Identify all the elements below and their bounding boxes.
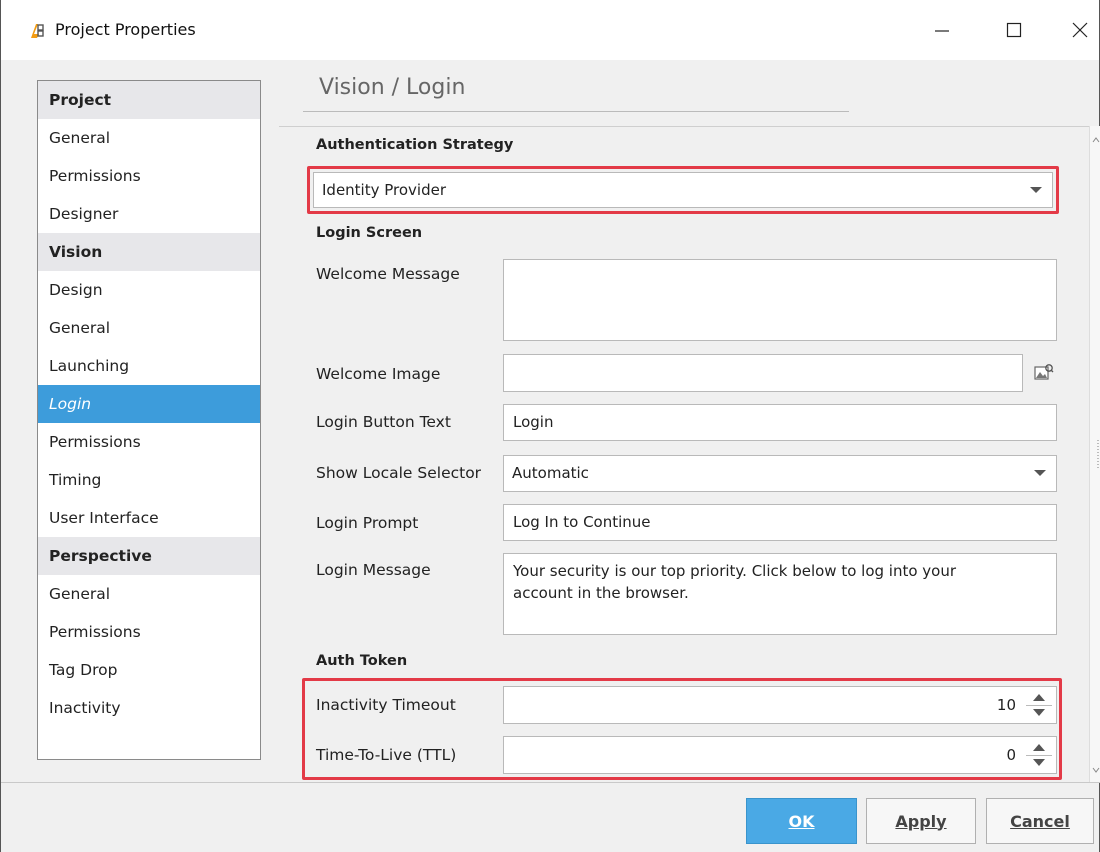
sidebar-item-launching[interactable]: Launching bbox=[38, 347, 260, 385]
login-button-text-label: Login Button Text bbox=[316, 413, 451, 431]
maximize-icon bbox=[1006, 22, 1022, 38]
sidebar-header-perspective: Perspective bbox=[38, 537, 260, 575]
project-properties-window: Project Properties Project General Permi… bbox=[0, 0, 1100, 852]
sidebar-item-login[interactable]: Login bbox=[38, 385, 260, 423]
welcome-image-field[interactable] bbox=[503, 354, 1023, 392]
login-prompt-label: Login Prompt bbox=[316, 514, 419, 532]
login-message-label: Login Message bbox=[316, 561, 431, 579]
sidebar-item-vision-general[interactable]: General bbox=[38, 309, 260, 347]
auth-strategy-label: Authentication Strategy bbox=[316, 137, 514, 153]
sidebar-item-designer[interactable]: Designer bbox=[38, 195, 260, 233]
sidebar-item-perspective-permissions[interactable]: Permissions bbox=[38, 613, 260, 651]
ignition-app-icon bbox=[31, 24, 44, 38]
welcome-message-field[interactable] bbox=[503, 259, 1057, 341]
footer-divider bbox=[1, 782, 1100, 783]
auth-strategy-highlight bbox=[307, 166, 1059, 214]
title-bar: Project Properties bbox=[1, 0, 1099, 60]
login-button-text-value: Login bbox=[513, 413, 554, 431]
show-locale-selector-value: Automatic bbox=[512, 464, 589, 482]
window-title: Project Properties bbox=[55, 20, 196, 39]
apply-button[interactable]: Apply bbox=[866, 798, 976, 844]
show-locale-selector-select[interactable]: Automatic bbox=[503, 455, 1057, 492]
sidebar-item-project-permissions[interactable]: Permissions bbox=[38, 157, 260, 195]
sidebar-item-perspective-general[interactable]: General bbox=[38, 575, 260, 613]
ok-button[interactable]: OK bbox=[746, 798, 857, 844]
minimize-icon bbox=[935, 30, 949, 32]
image-browse-icon[interactable] bbox=[1034, 363, 1054, 381]
cancel-button[interactable]: Cancel bbox=[986, 798, 1094, 844]
show-locale-selector-label: Show Locale Selector bbox=[316, 464, 482, 482]
sidebar-nav: Project General Permissions Designer Vis… bbox=[37, 80, 261, 760]
login-screen-label: Login Screen bbox=[316, 225, 423, 241]
minimize-button[interactable] bbox=[919, 12, 965, 48]
sidebar-item-tag-drop[interactable]: Tag Drop bbox=[38, 651, 260, 689]
sidebar-item-inactivity[interactable]: Inactivity bbox=[38, 689, 260, 727]
title-underline bbox=[303, 111, 849, 112]
chevron-down-icon bbox=[1034, 470, 1046, 476]
maximize-button[interactable] bbox=[991, 12, 1037, 48]
close-button[interactable] bbox=[1057, 12, 1100, 48]
sidebar-item-design[interactable]: Design bbox=[38, 271, 260, 309]
login-message-field[interactable]: Your security is our top priority. Click… bbox=[503, 553, 1057, 635]
sidebar-item-vision-permissions[interactable]: Permissions bbox=[38, 423, 260, 461]
login-prompt-value: Log In to Continue bbox=[513, 513, 651, 531]
login-button-text-field[interactable]: Login bbox=[503, 404, 1057, 441]
auth-token-highlight bbox=[302, 678, 1062, 780]
login-prompt-field[interactable]: Log In to Continue bbox=[503, 504, 1057, 541]
sidebar-header-vision: Vision bbox=[38, 233, 260, 271]
scrollbar-grip bbox=[1097, 440, 1099, 470]
sidebar-header-project: Project bbox=[38, 81, 260, 119]
scroll-up-icon bbox=[1092, 137, 1100, 143]
scroll-down-icon bbox=[1092, 767, 1100, 773]
auth-token-label: Auth Token bbox=[316, 653, 408, 669]
welcome-image-label: Welcome Image bbox=[316, 365, 441, 383]
sidebar-item-user-interface[interactable]: User Interface bbox=[38, 499, 260, 537]
sidebar-item-project-general[interactable]: General bbox=[38, 119, 260, 157]
close-icon bbox=[1072, 22, 1088, 38]
page-title: Vision / Login bbox=[319, 75, 466, 100]
welcome-message-label: Welcome Message bbox=[316, 265, 460, 283]
login-message-value: Your security is our top priority. Click… bbox=[513, 562, 957, 602]
sidebar-item-timing[interactable]: Timing bbox=[38, 461, 260, 499]
